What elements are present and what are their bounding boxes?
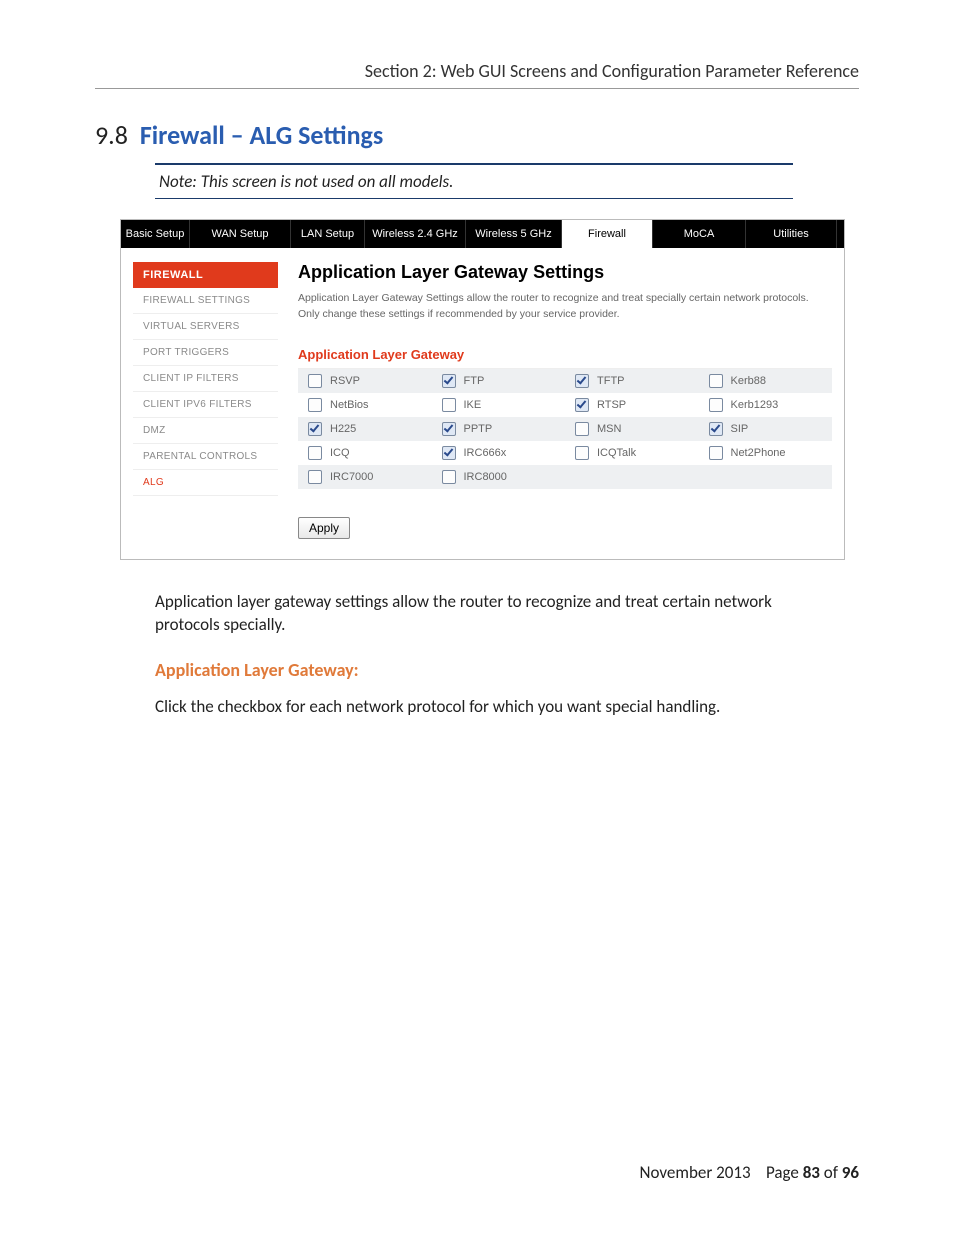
- alg-option-rtsp: RTSP: [565, 393, 699, 417]
- checkbox-ike[interactable]: [442, 398, 456, 412]
- alg-grid: RSVP FTP TFTP Kerb88 NetBios IKE RTSP Kerb1293 H…: [298, 368, 832, 489]
- section-number: 9.8: [95, 119, 128, 151]
- alg-option-irc7000: IRC7000: [298, 465, 432, 489]
- checkbox-netbios[interactable]: [308, 398, 322, 412]
- checkbox-ftp[interactable]: [442, 374, 456, 388]
- alg-label: ICQTalk: [597, 447, 636, 459]
- sidebar-item-port-triggers[interactable]: PORT TRIGGERS: [133, 340, 278, 366]
- alg-label: PPTP: [464, 423, 493, 435]
- alg-option-irc666x: IRC666x: [432, 441, 566, 465]
- alg-option-ftp: FTP: [432, 369, 566, 393]
- alg-option-kerb1293: Kerb1293: [699, 393, 833, 417]
- alg-label: RTSP: [597, 399, 626, 411]
- footer-total-pages: 96: [842, 1162, 859, 1183]
- sidebar-item-firewall-settings[interactable]: FIREWALL SETTINGS: [133, 288, 278, 314]
- tab-basic-setup[interactable]: Basic Setup: [121, 220, 190, 248]
- checkbox-kerb88[interactable]: [709, 374, 723, 388]
- sidebar-item-dmz[interactable]: DMZ: [133, 418, 278, 444]
- checkbox-pptp[interactable]: [442, 422, 456, 436]
- footer-of-label: of: [824, 1162, 838, 1183]
- sidebar-item-client-ip-filters[interactable]: CLIENT IP FILTERS: [133, 366, 278, 392]
- page-footer: November 2013 Page 83 of 96: [640, 1162, 859, 1183]
- alg-label: Kerb88: [731, 375, 766, 387]
- checkbox-irc8000[interactable]: [442, 470, 456, 484]
- tab-firewall[interactable]: Firewall: [562, 220, 653, 248]
- alg-option-ike: IKE: [432, 393, 566, 417]
- alg-sub-heading: Application Layer Gateway:: [155, 659, 859, 681]
- tab-lan-setup[interactable]: LAN Setup: [291, 220, 365, 248]
- checkbox-icqtalk[interactable]: [575, 446, 589, 460]
- checkbox-msn[interactable]: [575, 422, 589, 436]
- alg-option-irc8000: IRC8000: [432, 465, 566, 489]
- alg-option-icqtalk: ICQTalk: [565, 441, 699, 465]
- running-header: Section 2: Web GUI Screens and Configura…: [95, 60, 859, 89]
- alg-option-icq: ICQ: [298, 441, 432, 465]
- gui-sidebar: FIREWALL FIREWALL SETTINGSVIRTUAL SERVER…: [133, 262, 278, 539]
- tab-moca[interactable]: MoCA: [653, 220, 746, 248]
- panel-title: Application Layer Gateway Settings: [298, 262, 832, 283]
- footer-page-num: 83: [803, 1162, 820, 1183]
- gui-tabbar: Basic SetupWAN SetupLAN SetupWireless 2.…: [121, 220, 844, 248]
- alg-label: FTP: [464, 375, 485, 387]
- alg-label: TFTP: [597, 375, 625, 387]
- sidebar-item-virtual-servers[interactable]: VIRTUAL SERVERS: [133, 314, 278, 340]
- alg-option-rsvp: RSVP: [298, 369, 432, 393]
- footer-date: November 2013: [640, 1162, 751, 1183]
- alg-option-net2phone: Net2Phone: [699, 441, 833, 465]
- alg-option-msn: MSN: [565, 417, 699, 441]
- alg-label: Kerb1293: [731, 399, 779, 411]
- alg-label: ICQ: [330, 447, 350, 459]
- sidebar-item-parental-controls[interactable]: PARENTAL CONTROLS: [133, 444, 278, 470]
- tab-wireless-5-ghz[interactable]: Wireless 5 GHz: [466, 220, 562, 248]
- alg-label: SIP: [731, 423, 749, 435]
- section-title: Firewall – ALG Settings: [140, 119, 383, 151]
- alg-option-pptp: PPTP: [432, 417, 566, 441]
- alg-option-h225: H225: [298, 417, 432, 441]
- alg-label: IRC7000: [330, 471, 373, 483]
- sidebar-item-client-ipv6-filters[interactable]: CLIENT IPV6 FILTERS: [133, 392, 278, 418]
- alg-option-tftp: TFTP: [565, 369, 699, 393]
- alg-option-netbios: NetBios: [298, 393, 432, 417]
- footer-page-label: Page: [766, 1162, 799, 1183]
- section-heading: 9.8 Firewall – ALG Settings: [95, 119, 859, 151]
- sidebar-heading: FIREWALL: [133, 262, 278, 288]
- alg-label: IKE: [464, 399, 482, 411]
- tab-wan-setup[interactable]: WAN Setup: [190, 220, 291, 248]
- checkbox-sip[interactable]: [709, 422, 723, 436]
- checkbox-irc7000[interactable]: [308, 470, 322, 484]
- alg-label: H225: [330, 423, 356, 435]
- alg-option-sip: SIP: [699, 417, 833, 441]
- gui-screenshot: Basic SetupWAN SetupLAN SetupWireless 2.…: [120, 219, 845, 560]
- body-paragraph: Application layer gateway settings allow…: [155, 590, 795, 638]
- checkbox-h225[interactable]: [308, 422, 322, 436]
- panel-subtitle: Application Layer Gateway: [298, 347, 832, 362]
- checkbox-irc666x[interactable]: [442, 446, 456, 460]
- tab-utilities[interactable]: Utilities: [746, 220, 837, 248]
- checkbox-rtsp[interactable]: [575, 398, 589, 412]
- apply-button[interactable]: Apply: [298, 517, 350, 539]
- sidebar-item-alg[interactable]: ALG: [133, 470, 278, 496]
- gui-main-panel: Application Layer Gateway Settings Appli…: [278, 262, 832, 539]
- alg-label: MSN: [597, 423, 621, 435]
- alg-label: IRC666x: [464, 447, 507, 459]
- checkbox-rsvp[interactable]: [308, 374, 322, 388]
- checkbox-icq[interactable]: [308, 446, 322, 460]
- alg-label: Net2Phone: [731, 447, 786, 459]
- checkbox-kerb1293[interactable]: [709, 398, 723, 412]
- alg-option-kerb88: Kerb88: [699, 369, 833, 393]
- alg-label: RSVP: [330, 375, 360, 387]
- alg-empty-cell: [699, 465, 833, 489]
- instruction-paragraph: Click the checkbox for each network prot…: [155, 695, 795, 719]
- note-box: Note: This screen is not used on all mod…: [155, 163, 793, 199]
- alg-label: IRC8000: [464, 471, 507, 483]
- checkbox-net2phone[interactable]: [709, 446, 723, 460]
- checkbox-tftp[interactable]: [575, 374, 589, 388]
- alg-empty-cell: [565, 465, 699, 489]
- alg-label: NetBios: [330, 399, 369, 411]
- tab-wireless-2-4-ghz[interactable]: Wireless 2.4 GHz: [365, 220, 466, 248]
- panel-description: Application Layer Gateway Settings allow…: [298, 291, 832, 323]
